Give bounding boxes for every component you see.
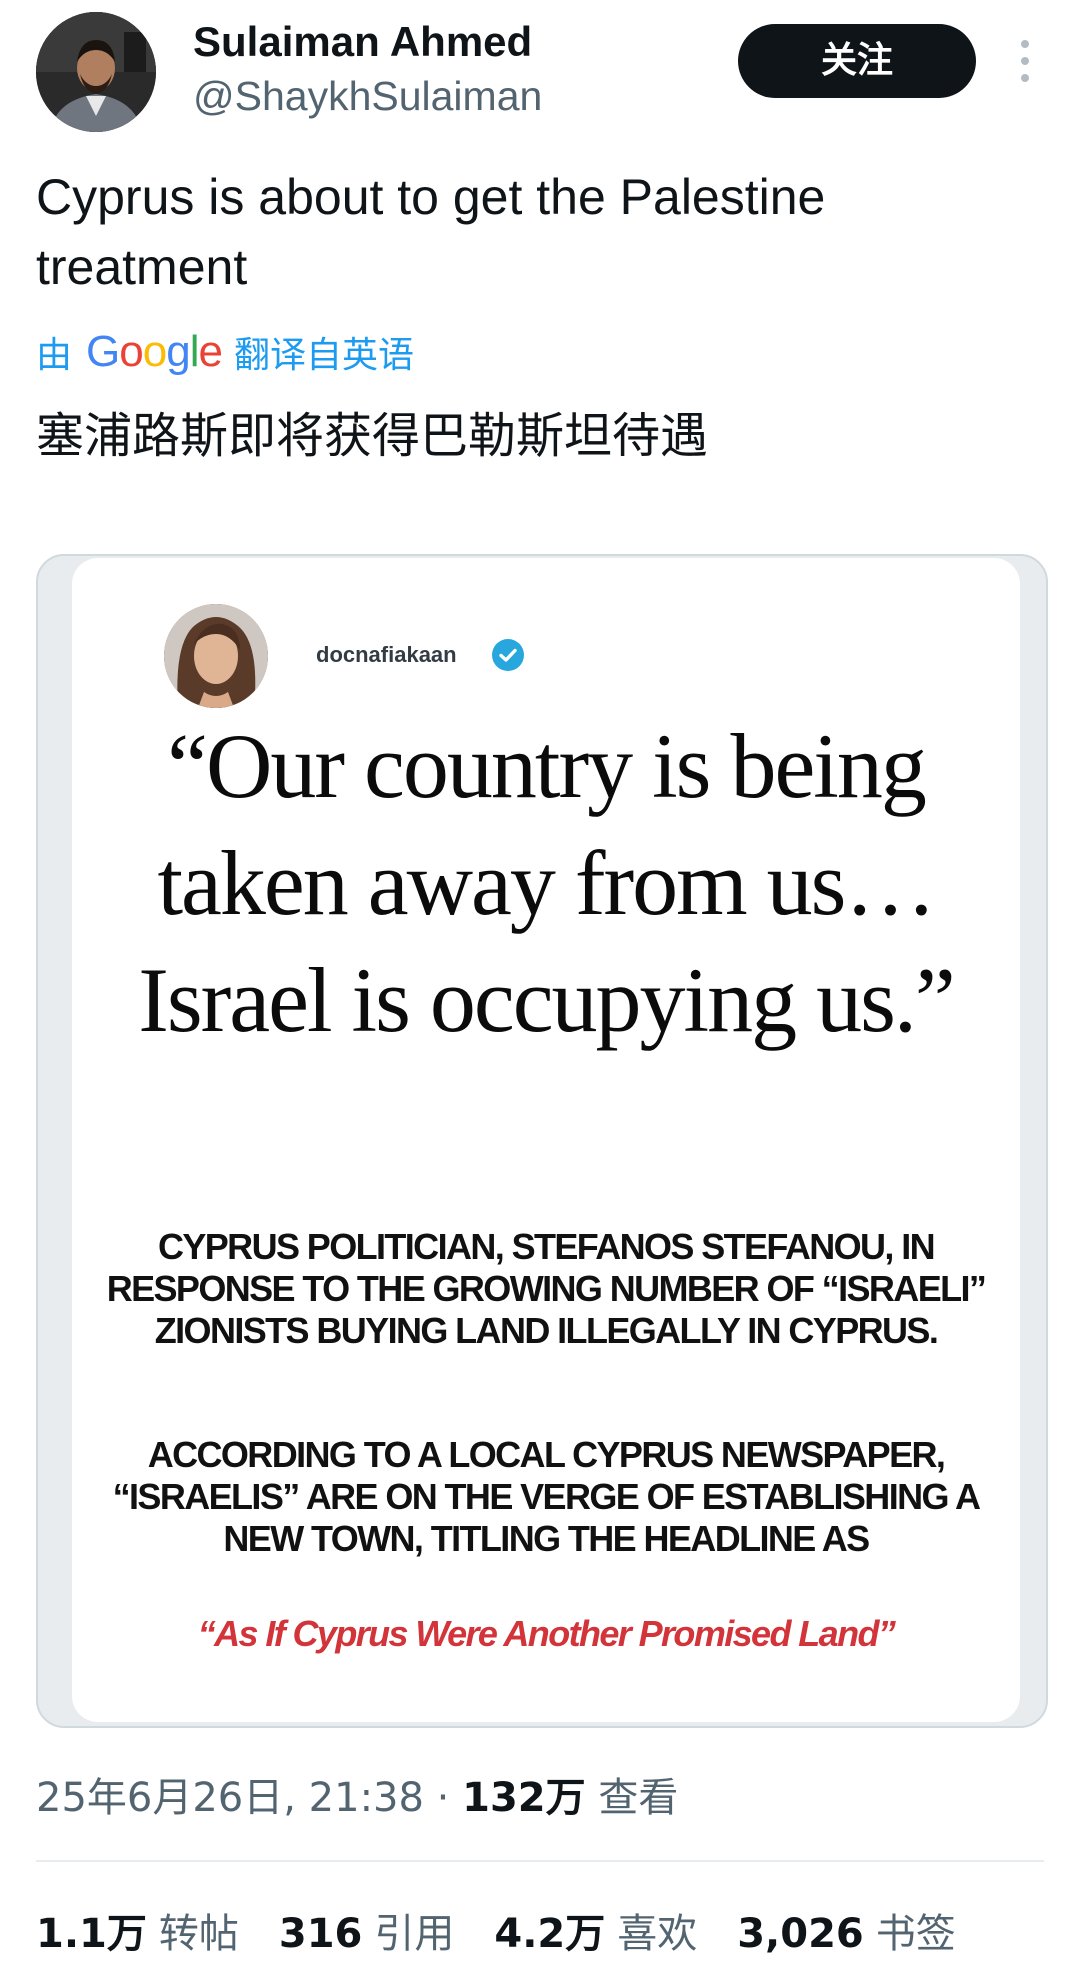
more-options-icon[interactable] — [1010, 36, 1040, 86]
instagram-username: docnafiakaan — [316, 642, 457, 667]
author-handle[interactable]: @ShaykhSulaiman — [193, 70, 542, 122]
quote-text: “Our country is being taken away from us… — [138, 715, 956, 1051]
author-avatar[interactable] — [36, 12, 156, 132]
tweet-text: Cyprus is about to get the Palestine tre… — [36, 169, 826, 295]
likes-label: 喜欢 — [617, 1911, 698, 1957]
engagement-stats: 1.1万 转帖 316 引用 4.2万 喜欢 3,026 书签 — [36, 1900, 996, 1960]
divider — [36, 1860, 1044, 1862]
reposts-stat[interactable]: 1.1万 转帖 — [36, 1901, 239, 1959]
bookmarks-count: 3,026 — [737, 1911, 864, 1957]
quotes-stat[interactable]: 316 引用 — [279, 1901, 455, 1959]
quotes-count: 316 — [278, 1911, 363, 1957]
reposts-label: 转帖 — [158, 1911, 239, 1957]
meta-separator: · — [423, 1775, 463, 1821]
follow-button[interactable]: 关注 — [738, 24, 976, 98]
timestamp[interactable]: 25年6月26日, 21:38 — [36, 1775, 424, 1821]
translation-prefix: 由 — [36, 335, 73, 376]
reposts-count: 1.1万 — [36, 1911, 147, 1957]
translated-text: 塞浦路斯即将获得巴勒斯坦待遇 — [36, 408, 709, 464]
instagram-avatar — [164, 604, 268, 708]
newspaper-headline: “As If Cyprus Were Another Promised Land… — [197, 1613, 896, 1654]
translation-suffix: 翻译自英语 — [233, 335, 414, 376]
caption-paragraph-2: ACCORDING TO A LOCAL CYPRUS NEWSPAPER, “… — [112, 1434, 981, 1559]
media-card[interactable]: docnafiakaan “Our country is being taken… — [36, 554, 1048, 1728]
views-count: 132万 — [462, 1775, 586, 1821]
views-label: 查看 — [598, 1775, 679, 1821]
bookmarks-label: 书签 — [875, 1911, 956, 1957]
likes-stat[interactable]: 4.2万 喜欢 — [494, 1901, 697, 1959]
quotes-label: 引用 — [374, 1911, 455, 1957]
tweet-meta: 25年6月26日, 21:38 · 132万 查看 — [36, 1770, 678, 1826]
google-logo: Google — [86, 327, 223, 376]
caption-paragraph-1: CYPRUS POLITICIAN, STEFANOS STEFANOU, IN… — [106, 1226, 987, 1351]
bookmarks-stat[interactable]: 3,026 书签 — [737, 1901, 956, 1959]
author-name[interactable]: Sulaiman Ahmed — [193, 16, 532, 68]
likes-count: 4.2万 — [494, 1911, 606, 1957]
translation-credit[interactable]: 由 Google 翻译自英语 — [36, 324, 414, 380]
verified-badge-icon — [491, 638, 525, 672]
media-image: docnafiakaan “Our country is being taken… — [72, 558, 1020, 1722]
